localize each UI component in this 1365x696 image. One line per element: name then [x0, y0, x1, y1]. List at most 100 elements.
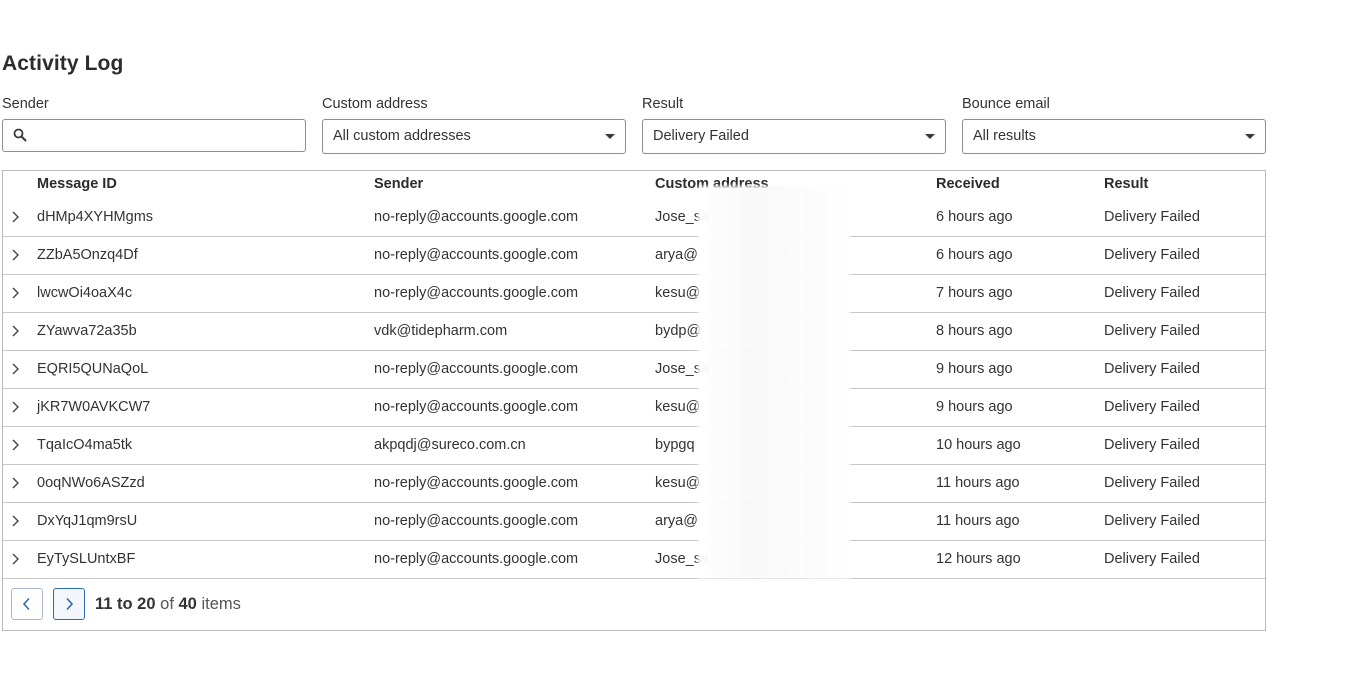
chevron-down-icon	[1245, 134, 1255, 139]
chevron-down-icon	[605, 134, 615, 139]
column-header-sender[interactable]: Sender	[374, 176, 423, 192]
result-select[interactable]: Delivery Failed	[642, 119, 946, 154]
custom-address-filter-label: Custom address	[322, 96, 428, 112]
cell-custom-address: arya@	[655, 513, 698, 529]
cell-received: 9 hours ago	[936, 361, 1013, 377]
cell-custom-address: bypgq	[655, 437, 695, 453]
cell-custom-address: arya@	[655, 247, 698, 263]
table-row[interactable]: ZYawva72a35b vdk@tidepharm.com bydp@ 8 hour…	[3, 313, 1265, 351]
result-select-value: Delivery Failed	[653, 128, 749, 144]
cell-custom-address: bydp@	[655, 323, 702, 339]
cell-message-id: lwcwOi4oaX4c	[37, 285, 133, 301]
pagination-of: of	[160, 595, 174, 613]
column-header-message-id[interactable]: Message ID	[37, 176, 117, 192]
custom-address-select[interactable]: All custom addresses	[322, 119, 626, 154]
table-row[interactable]: 0oqNWo6ASZzd no-reply@accounts.google.com…	[3, 465, 1265, 503]
custom-address-filter: Custom address All custom addresses	[322, 95, 626, 154]
table-row[interactable]: dHMp4XYHMgms no-reply@accounts.google.com…	[3, 199, 1265, 237]
cell-message-id: ZYawva72a35b	[37, 323, 137, 339]
bounce-email-filter: Bounce email All results	[962, 95, 1266, 154]
chevron-right-icon[interactable]	[9, 477, 21, 489]
cell-result: Delivery Failed	[1104, 361, 1200, 377]
cell-result: Delivery Failed	[1104, 285, 1200, 301]
chevron-right-icon[interactable]	[9, 439, 21, 451]
bounce-email-select-value: All results	[973, 128, 1036, 144]
chevron-right-icon	[66, 597, 74, 611]
chevron-right-icon[interactable]	[9, 325, 21, 337]
cell-result: Delivery Failed	[1104, 551, 1200, 567]
cell-received: 11 hours ago	[936, 513, 1020, 529]
chevron-right-icon[interactable]	[9, 515, 21, 527]
chevron-right-icon[interactable]	[9, 249, 21, 261]
cell-received: 12 hours ago	[936, 551, 1021, 567]
cell-result: Delivery Failed	[1104, 399, 1200, 415]
bounce-email-filter-label: Bounce email	[962, 96, 1050, 112]
pagination-unit: items	[201, 595, 241, 613]
sender-search-box[interactable]	[2, 119, 306, 152]
custom-address-select-value: All custom addresses	[333, 128, 471, 144]
cell-custom-address: kesu@	[655, 475, 701, 491]
table-row[interactable]: ZZbA5Onzq4Df no-reply@accounts.google.com…	[3, 237, 1265, 275]
cell-received: 7 hours ago	[936, 285, 1013, 301]
pagination-total: 40	[178, 595, 197, 613]
cell-sender: no-reply@accounts.google.com	[374, 247, 579, 263]
cell-custom-address: kesu@	[655, 399, 701, 415]
cell-received: 6 hours ago	[936, 209, 1013, 225]
pagination-summary: 11 to 20 of 40 items	[95, 595, 241, 614]
table-row[interactable]: lwcwOi4oaX4c no-reply@accounts.google.com…	[3, 275, 1265, 313]
cell-received: 10 hours ago	[936, 437, 1021, 453]
chevron-right-icon[interactable]	[9, 211, 21, 223]
result-filter: Result Delivery Failed	[642, 95, 946, 154]
cell-result: Delivery Failed	[1104, 437, 1200, 453]
sender-filter: Sender	[2, 95, 306, 152]
cell-sender: no-reply@accounts.google.com	[374, 361, 579, 377]
table-row[interactable]: EQRI5QUNaQoL no-reply@accounts.google.com…	[3, 351, 1265, 389]
table-row[interactable]: TqaIcO4ma5tk akpqdj@sureco.com.cn bypgq 10 …	[3, 427, 1265, 465]
table-header: Message ID Sender Custom address Receive…	[3, 171, 1265, 201]
activity-table: Message ID Sender Custom address Receive…	[2, 170, 1266, 631]
page-title: Activity Log	[2, 52, 124, 75]
cell-result: Delivery Failed	[1104, 247, 1200, 263]
chevron-right-icon[interactable]	[9, 287, 21, 299]
chevron-left-icon	[22, 597, 30, 611]
table-row[interactable]: jKR7W0AVKCW7 no-reply@accounts.google.com…	[3, 389, 1265, 427]
table-row[interactable]: DxYqJ1qm9rsU no-reply@accounts.google.com…	[3, 503, 1265, 541]
cell-message-id: ZZbA5Onzq4Df	[37, 247, 138, 263]
column-header-result[interactable]: Result	[1104, 176, 1148, 192]
next-page-button[interactable]	[53, 588, 85, 620]
result-filter-label: Result	[642, 96, 684, 112]
cell-message-id: EQRI5QUNaQoL	[37, 361, 149, 377]
cell-result: Delivery Failed	[1104, 513, 1200, 529]
cell-message-id: 0oqNWo6ASZzd	[37, 475, 145, 491]
cell-result: Delivery Failed	[1104, 475, 1200, 491]
cell-received: 9 hours ago	[936, 399, 1013, 415]
chevron-right-icon[interactable]	[9, 553, 21, 565]
cell-received: 11 hours ago	[936, 475, 1020, 491]
column-header-received[interactable]: Received	[936, 176, 1000, 192]
cell-sender: no-reply@accounts.google.com	[374, 399, 579, 415]
cell-custom-address: kesu@	[655, 285, 701, 301]
pagination: 11 to 20 of 40 items	[3, 580, 1265, 630]
cell-message-id: EyTySLUntxBF	[37, 551, 136, 567]
cell-message-id: jKR7W0AVKCW7	[37, 399, 151, 415]
chevron-down-icon	[925, 134, 935, 139]
previous-page-button[interactable]	[11, 588, 43, 620]
cell-sender: vdk@tidepharm.com	[374, 323, 508, 339]
chevron-right-icon[interactable]	[9, 363, 21, 375]
sender-filter-label: Sender	[2, 96, 49, 112]
sender-search-input[interactable]	[33, 120, 293, 151]
table-row[interactable]: EyTySLUntxBF no-reply@accounts.google.com…	[3, 541, 1265, 579]
bounce-email-select[interactable]: All results	[962, 119, 1266, 154]
cell-result: Delivery Failed	[1104, 209, 1200, 225]
cell-received: 8 hours ago	[936, 323, 1013, 339]
cell-message-id: dHMp4XYHMgms	[37, 209, 154, 225]
chevron-right-icon[interactable]	[9, 401, 21, 413]
pagination-range: 11 to 20	[95, 595, 156, 613]
cell-sender: no-reply@accounts.google.com	[374, 209, 579, 225]
cell-received: 6 hours ago	[936, 247, 1013, 263]
cell-sender: no-reply@accounts.google.com	[374, 551, 579, 567]
cell-result: Delivery Failed	[1104, 323, 1200, 339]
cell-sender: no-reply@accounts.google.com	[374, 285, 579, 301]
cell-sender: no-reply@accounts.google.com	[374, 513, 579, 529]
cell-sender: no-reply@accounts.google.com	[374, 475, 579, 491]
